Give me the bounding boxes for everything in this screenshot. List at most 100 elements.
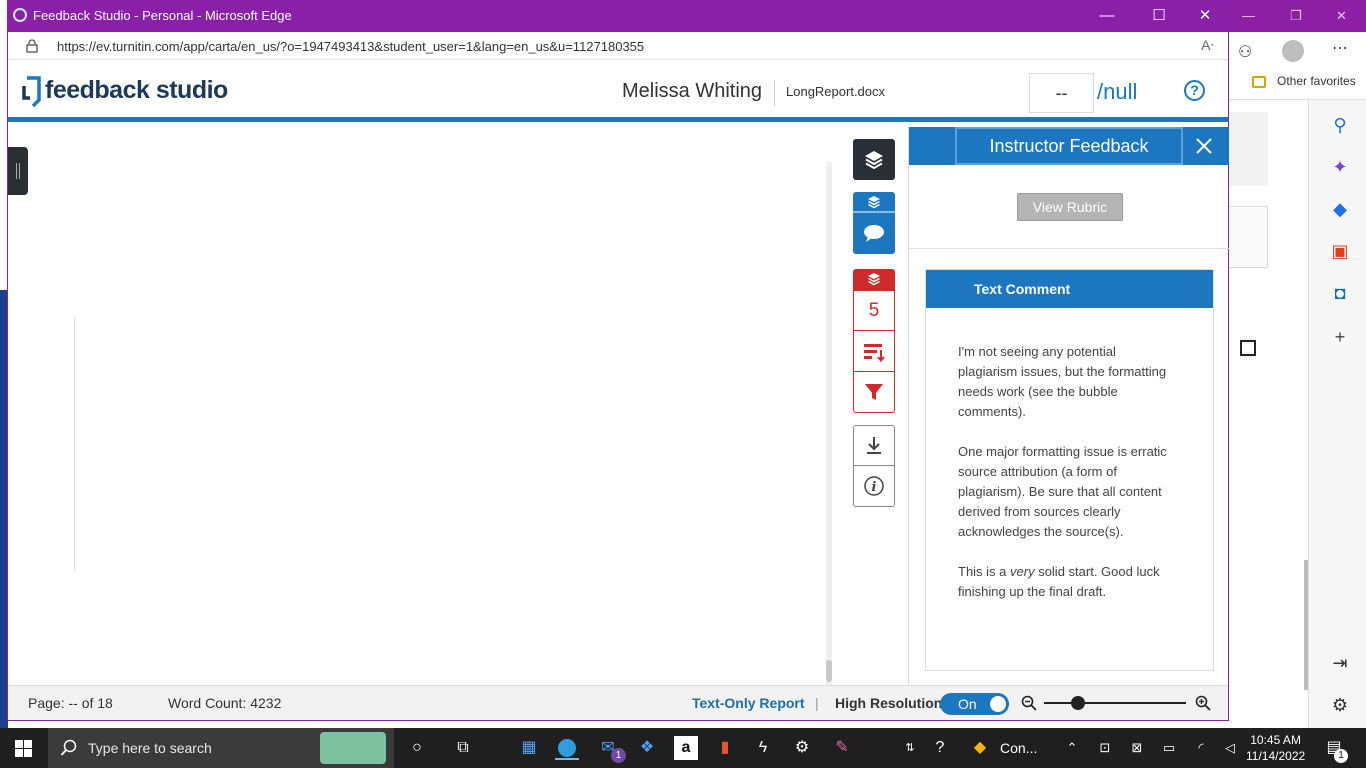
close-button[interactable]: ✕ xyxy=(1190,5,1220,27)
app-taskbar-icon[interactable]: ◆ xyxy=(968,736,992,760)
panel-close-icon[interactable] xyxy=(1194,136,1214,156)
add-icon[interactable]: + xyxy=(1329,326,1351,348)
wifi-icon[interactable]: ◜ xyxy=(1189,736,1213,760)
notification-badge: 1 xyxy=(1334,749,1348,763)
settings-taskbar-icon[interactable]: ⚙ xyxy=(790,736,814,760)
window-titlebar: Feedback Studio - Personal - Microsoft E… xyxy=(8,0,1228,32)
background-toolbar: ⚇ ⋯ Other favorites xyxy=(1228,32,1366,100)
more-icon[interactable]: ⋯ xyxy=(1332,38,1348,58)
edge-sidebar xyxy=(1308,100,1366,728)
similarity-layer-button[interactable] xyxy=(854,270,894,291)
windows-start-icon[interactable] xyxy=(15,740,32,757)
bolt-app-icon[interactable]: ϟ xyxy=(751,736,775,760)
download-button[interactable] xyxy=(854,426,894,466)
sidebar-collapse-icon[interactable]: ⇥ xyxy=(1329,652,1351,674)
similarity-layers-icon xyxy=(868,273,880,286)
other-favorites[interactable]: Other favorites xyxy=(1277,74,1356,88)
search-icon xyxy=(60,739,77,756)
taskbar-search[interactable]: Type here to search xyxy=(48,728,394,768)
document-page xyxy=(74,317,75,571)
app-header: feedback studio Melissa Whiting LongRepo… xyxy=(8,60,1228,122)
status-bar: Page: -- of 18 Word Count: 4232 Text-Onl… xyxy=(8,685,1228,720)
edge-icon xyxy=(13,8,27,22)
lock-icon xyxy=(26,39,38,53)
svg-text:i: i xyxy=(872,480,877,495)
filter-button[interactable] xyxy=(854,372,894,412)
task-view-icon[interactable]: ⧉ xyxy=(451,736,475,760)
clock[interactable]: 10:45 AM 11/14/2022 xyxy=(1246,732,1305,764)
clock-date: 11/14/2022 xyxy=(1246,749,1306,763)
comment-emphasis: very xyxy=(1010,564,1035,579)
office-icon[interactable]: ▣ xyxy=(1329,240,1351,262)
bg-panel xyxy=(1228,112,1268,186)
url-text[interactable]: https://ev.turnitin.com/app/carta/en_us/… xyxy=(57,39,644,54)
mail-badge: 1 xyxy=(611,748,626,763)
minimize-icon[interactable]: — xyxy=(1242,8,1255,23)
profile-avatar[interactable] xyxy=(1282,40,1304,62)
zoom-in-icon[interactable] xyxy=(1195,695,1211,711)
main-window: Feedback Studio - Personal - Microsoft E… xyxy=(8,0,1229,720)
close-icon[interactable]: ✕ xyxy=(1336,8,1347,24)
page-indicator: Page: -- of 18 xyxy=(28,695,113,711)
amazon-icon[interactable]: a xyxy=(674,736,698,760)
maximize-icon[interactable]: ❐ xyxy=(1290,8,1302,24)
drawer-toggle-button[interactable] xyxy=(8,147,28,195)
paint-icon[interactable]: ✎ xyxy=(830,736,854,760)
panel-header: Instructor Feedback xyxy=(909,127,1229,165)
battery-icon[interactable]: ▭ xyxy=(1157,736,1181,760)
extensions-icon[interactable]: ⚇ xyxy=(1238,42,1252,62)
dropbox-icon[interactable]: ❖ xyxy=(635,736,659,760)
zoom-slider-handle[interactable] xyxy=(1071,696,1085,710)
similarity-score-button[interactable]: 5 xyxy=(854,291,894,331)
settings-icon[interactable]: ⚙ xyxy=(1329,694,1351,716)
view-rubric-button[interactable]: View Rubric xyxy=(1017,193,1123,221)
edge-taskbar-icon[interactable] xyxy=(555,736,579,760)
score-input[interactable]: -- xyxy=(1029,73,1094,113)
grading-layer-button[interactable] xyxy=(853,192,895,254)
submission-info-button[interactable]: i xyxy=(854,466,894,506)
help-taskbar-icon[interactable]: ? xyxy=(928,736,952,760)
address-bar[interactable]: https://ev.turnitin.com/app/carta/en_us/… xyxy=(8,32,1228,60)
shopping-icon[interactable]: ◆ xyxy=(1329,198,1351,220)
student-name: Melissa Whiting xyxy=(622,80,763,102)
text-comment-body[interactable]: I'm not seeing any potential plagiarism … xyxy=(958,342,1168,622)
text-only-report-link[interactable]: Text-Only Report xyxy=(692,695,805,711)
background-app-edge xyxy=(0,290,8,730)
volume-icon[interactable]: ◁ xyxy=(1218,736,1242,760)
taskbar-scroll-icon[interactable]: ⇅ xyxy=(898,736,922,760)
zoom-out-icon[interactable] xyxy=(1021,695,1037,711)
match-overview-button[interactable] xyxy=(854,331,894,372)
search-icon[interactable]: ⚲ xyxy=(1329,114,1351,136)
high-resolution-toggle[interactable]: On xyxy=(940,693,1009,715)
word-count: Word Count: 4232 xyxy=(168,695,282,711)
document-icon[interactable] xyxy=(1240,340,1256,356)
clock-time: 10:45 AM xyxy=(1250,733,1301,747)
copilot-icon[interactable]: ✦ xyxy=(1329,156,1351,178)
help-icon[interactable]: ? xyxy=(1184,80,1205,101)
read-aloud-icon[interactable]: Aᐧ xyxy=(1201,37,1214,54)
comment-paragraph: This is a very solid start. Good luck fi… xyxy=(958,562,1168,602)
app-taskbar-label[interactable]: Con... xyxy=(1000,740,1037,756)
office-taskbar-icon[interactable]: ▮ xyxy=(713,736,737,760)
instructor-feedback-panel: Instructor Feedback View Rubric Text Com… xyxy=(908,127,1229,685)
show-hidden-icons[interactable]: ⌃ xyxy=(1060,736,1084,760)
cortana-icon[interactable]: ○ xyxy=(405,736,429,760)
turnitin-logo-icon xyxy=(22,76,41,108)
webcam-icon[interactable]: ⊡ xyxy=(1093,736,1117,760)
maximize-button[interactable]: ☐ xyxy=(1144,5,1174,27)
document-scroll-thumb[interactable] xyxy=(826,660,832,682)
store-icon[interactable]: ▦ xyxy=(517,736,541,760)
info-icon: i xyxy=(864,476,884,496)
high-resolution-label: High Resolution xyxy=(835,695,943,711)
network-status-icon[interactable]: ⊠ xyxy=(1125,736,1149,760)
comment-paragraph: I'm not seeing any potential plagiarism … xyxy=(958,344,1167,419)
minimize-button[interactable]: — xyxy=(1092,5,1122,27)
download-icon xyxy=(867,437,881,454)
header-divider xyxy=(774,80,775,106)
document-scrollbar[interactable] xyxy=(826,162,832,687)
folder-icon xyxy=(1252,76,1266,88)
outlook-icon[interactable]: ◘ xyxy=(1329,282,1351,304)
document-viewer[interactable] xyxy=(8,127,908,687)
layers-button[interactable] xyxy=(853,139,895,180)
zoom-slider[interactable] xyxy=(1044,702,1186,704)
